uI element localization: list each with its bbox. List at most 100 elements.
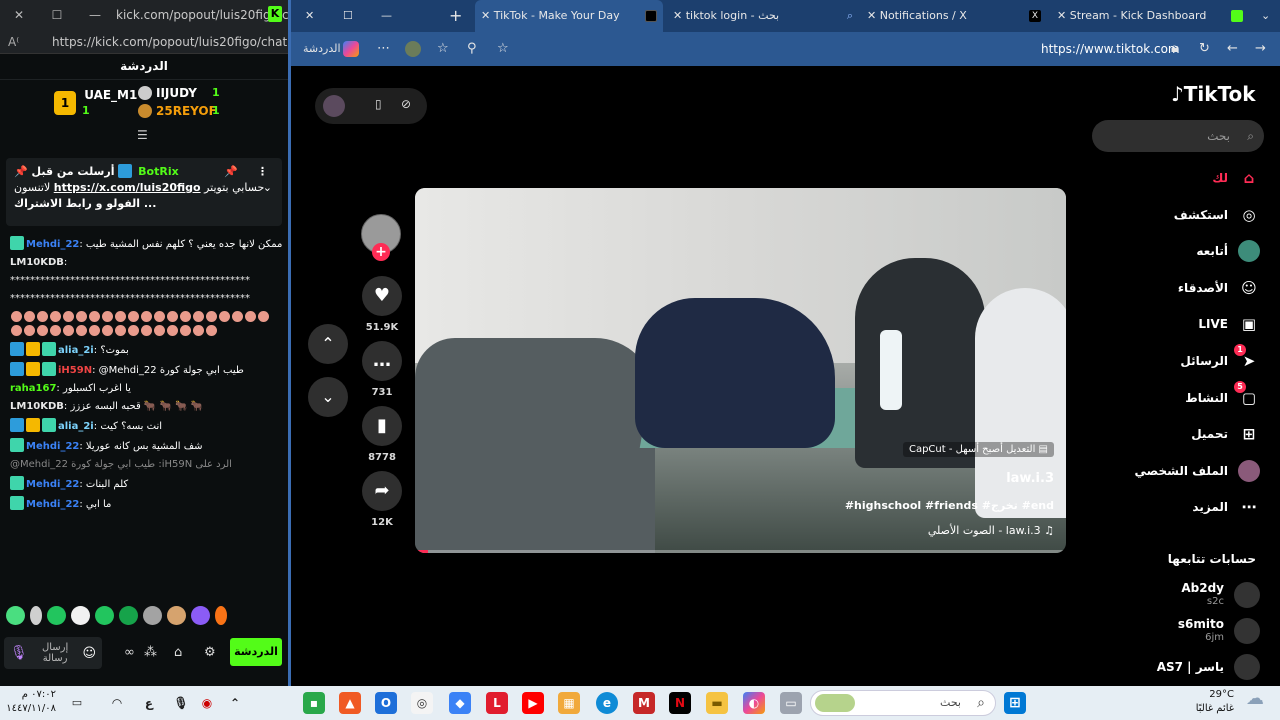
pinned-link[interactable]: https://x.com/luis20figo	[54, 181, 201, 194]
chevron-down-icon[interactable]: ⌄	[263, 180, 272, 196]
share-icon[interactable]: ➦	[362, 471, 402, 511]
heart-icon[interactable]: ♥	[362, 276, 402, 316]
url-field[interactable]: https://www.tiktok.com	[1041, 42, 1180, 56]
app-icon[interactable]: ▭	[780, 692, 802, 714]
device-icon[interactable]: ▯	[375, 97, 382, 111]
mic-icon[interactable]: 🎙︎	[170, 692, 192, 714]
following-account[interactable]: s6mito 6jm	[1178, 616, 1260, 646]
emote-icon[interactable]	[119, 606, 138, 625]
compass-icon[interactable]: ⊘	[401, 97, 411, 111]
chat-username[interactable]: alia_2i	[58, 421, 94, 432]
weather-widget[interactable]: 29°C غائم غالبًا ☁	[1196, 688, 1264, 716]
read-aloud-icon[interactable]: A⁽	[8, 35, 48, 49]
app-icon[interactable]: ▪	[303, 692, 325, 714]
copilot-icon[interactable]	[343, 41, 359, 57]
chat-username[interactable]: alia_2i	[58, 345, 94, 356]
edge-icon[interactable]: e	[596, 692, 618, 714]
refresh-icon[interactable]: ↻	[1199, 41, 1210, 56]
taskbar-search[interactable]: بحث ⌕	[810, 690, 996, 716]
emote-icon[interactable]	[95, 606, 114, 625]
input-language[interactable]: ع	[138, 692, 160, 714]
emote-icon[interactable]	[191, 606, 210, 625]
nav-item-profile[interactable]: الملف الشخصي ●	[1135, 459, 1260, 483]
following-account[interactable]: Ab2dy s2c	[1181, 580, 1260, 610]
video-progress-bar[interactable]	[415, 550, 1066, 553]
nav-item-activity[interactable]: النشاط ▢ 5	[1185, 380, 1260, 410]
copilot-icon[interactable]: ◐	[743, 692, 765, 714]
minimize-icon[interactable]: —	[381, 0, 392, 32]
minimize-icon[interactable]: —	[76, 8, 114, 22]
store-icon[interactable]: ⌂	[174, 645, 182, 660]
file-explorer-icon[interactable]: ▬	[706, 692, 728, 714]
close-icon[interactable]: ✕	[0, 8, 38, 22]
outlook-icon[interactable]: O	[375, 692, 397, 714]
close-tab-icon[interactable]: ✕	[1057, 9, 1066, 22]
message-input[interactable]: 🎙 إرسال رسالة ☺	[4, 637, 102, 669]
network-warning-icon[interactable]: ◉	[196, 692, 218, 714]
emote-icon[interactable]	[167, 606, 186, 625]
wifi-icon[interactable]: ◠	[106, 692, 128, 714]
chat-username[interactable]: Mehdi_22	[26, 479, 79, 490]
store-icon[interactable]: ▦	[558, 692, 580, 714]
favorites-icon[interactable]: ☆	[437, 41, 449, 56]
gear-icon[interactable]: ⚙	[204, 645, 216, 660]
nav-item-friends[interactable]: الأصدقاء ☺	[1178, 276, 1260, 300]
chat-username[interactable]: Mehdi_22	[26, 441, 79, 452]
search-icon[interactable]: ⌕	[1247, 120, 1254, 152]
close-tab-icon[interactable]: ✕	[867, 9, 876, 22]
kick-address-bar[interactable]: A⁽ https://kick.com/popout/luis20figo/ch…	[0, 30, 288, 54]
lock-icon[interactable]: 🔒︎	[1171, 41, 1178, 56]
tab-x-notifications[interactable]: ✕ Notifications / X X	[867, 0, 1047, 32]
tab-tiktok[interactable]: ✕ TikTok - Make Your Day	[475, 0, 663, 32]
chevron-up-icon[interactable]: ⌃	[224, 692, 246, 714]
nav-item-messages[interactable]: الرسائل ➤ 1	[1180, 344, 1260, 373]
emote-icon[interactable]	[71, 606, 90, 625]
video-hashtags[interactable]: #highschool #friends #تخرج #end	[845, 499, 1054, 512]
emote-icon[interactable]	[215, 606, 227, 625]
new-tab-button[interactable]: +	[449, 0, 462, 32]
nav-item-following[interactable]: أتابعه ●	[1196, 239, 1260, 263]
nav-item-upload[interactable]: تحميل ⊞	[1191, 422, 1260, 446]
bookmark-icon[interactable]: ▮	[362, 406, 402, 446]
tab-kick-dashboard[interactable]: ✕ Stream - Kick Dashboard	[1057, 0, 1243, 32]
brave-icon[interactable]: ▲	[339, 692, 361, 714]
tab-bing-search[interactable]: ✕ tiktok login - بحث ⌕	[673, 0, 859, 32]
netflix-icon[interactable]: N	[669, 692, 691, 714]
following-account[interactable]: AS7 | ياسر	[1157, 652, 1260, 682]
tiktok-logo[interactable]: ♪TikTok	[1171, 82, 1256, 106]
tab-actions-chevron-icon[interactable]: ⌄	[1261, 0, 1270, 32]
emote-icon[interactable]	[30, 606, 42, 625]
emote-icon[interactable]	[6, 606, 25, 625]
more-options-icon[interactable]: ⋮	[257, 164, 268, 180]
maximize-icon[interactable]: ☐	[38, 8, 76, 22]
mic-icon[interactable]: 🎙	[10, 645, 28, 661]
battery-icon[interactable]: ▭	[66, 692, 88, 714]
nav-item-home[interactable]: لك ⌂	[1212, 166, 1260, 190]
nav-item-live[interactable]: LIVE ▣	[1198, 312, 1260, 336]
video-sound[interactable]: الصوت الأصلي - law.i.3 ♫	[928, 524, 1054, 537]
copilot-label[interactable]: الدردشة	[303, 42, 341, 55]
leaderboard-entry[interactable]: 25REYOF	[138, 104, 217, 118]
comment-action[interactable]: … 731	[361, 341, 403, 398]
start-icon[interactable]: ⊞	[1004, 692, 1026, 714]
video-player[interactable]: CapCut - التعديل أصبح أسهل ▤ law.i.3 #hi…	[415, 188, 1066, 553]
youtube-icon[interactable]: ▶	[522, 692, 544, 714]
close-window-icon[interactable]: ✕	[305, 0, 314, 32]
close-tab-icon[interactable]: ✕	[673, 9, 682, 22]
video-author[interactable]: law.i.3	[1006, 471, 1054, 486]
chat-username[interactable]: raha167	[10, 383, 56, 394]
more-icon[interactable]: ⋯	[377, 41, 390, 56]
back-icon[interactable]: ←	[1227, 41, 1238, 56]
chat-username[interactable]: iH59N	[58, 365, 92, 376]
extensions-puzzle-icon[interactable]: ⚲	[467, 41, 477, 56]
system-clock[interactable]: ٠٧:٠٢ م ١٤٤٧/١١/٠٨	[6, 688, 56, 716]
unpin-icon[interactable]: 📌	[224, 164, 238, 180]
nav-item-more[interactable]: المزيد ⋯	[1192, 495, 1260, 519]
share-action[interactable]: ➦ 12K	[361, 471, 403, 528]
emote-icon[interactable]	[143, 606, 162, 625]
leaderboard-entry[interactable]: IIJUDY	[138, 86, 197, 100]
chat-username[interactable]: LM10KDB	[10, 401, 64, 412]
add-favorite-icon[interactable]: ☆	[497, 41, 509, 56]
previous-video-button[interactable]: ⌃	[308, 324, 348, 364]
maximize-icon[interactable]: ☐	[343, 0, 353, 32]
